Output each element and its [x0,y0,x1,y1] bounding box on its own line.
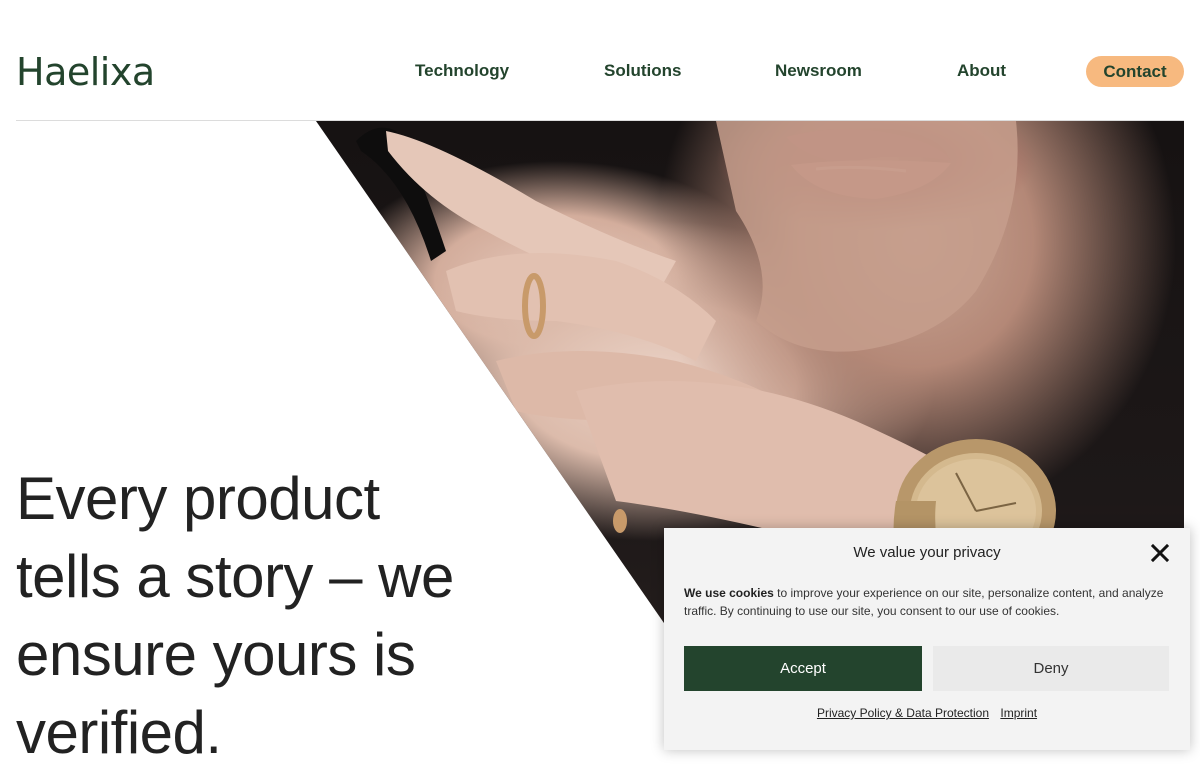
cookie-title: We value your privacy [853,544,1001,561]
cookie-consent-dialog: We value your privacy We use cookies to … [664,528,1190,750]
imprint-link[interactable]: Imprint [1000,706,1037,720]
privacy-policy-link[interactable]: Privacy Policy & Data Protection [817,706,989,720]
nav-about[interactable]: About [957,56,1006,86]
headline-line-3: ensure yours is [16,621,416,688]
cookie-text-bold: We use cookies [684,586,774,600]
site-header: Haelixa Technology Solutions Newsroom Ab… [0,0,1200,121]
headline-line-2: tells a story – we [16,543,454,610]
deny-button[interactable]: Deny [933,646,1169,691]
accept-button[interactable]: Accept [684,646,922,691]
logo[interactable]: Haelixa [16,48,155,96]
headline-line-4: verified. [16,699,222,766]
nav-solutions[interactable]: Solutions [604,56,681,86]
hero-headline: Every product tells a story – we ensure … [16,460,536,772]
contact-button[interactable]: Contact [1086,56,1184,87]
cookie-description: We use cookies to improve your experienc… [684,584,1174,620]
headline-line-1: Every product [16,465,380,532]
header-divider [16,120,1184,121]
nav-newsroom[interactable]: Newsroom [775,56,862,86]
cookie-links: Privacy Policy & Data Protection Imprint [664,706,1190,720]
nav-technology[interactable]: Technology [415,56,509,86]
close-icon[interactable] [1149,542,1171,564]
